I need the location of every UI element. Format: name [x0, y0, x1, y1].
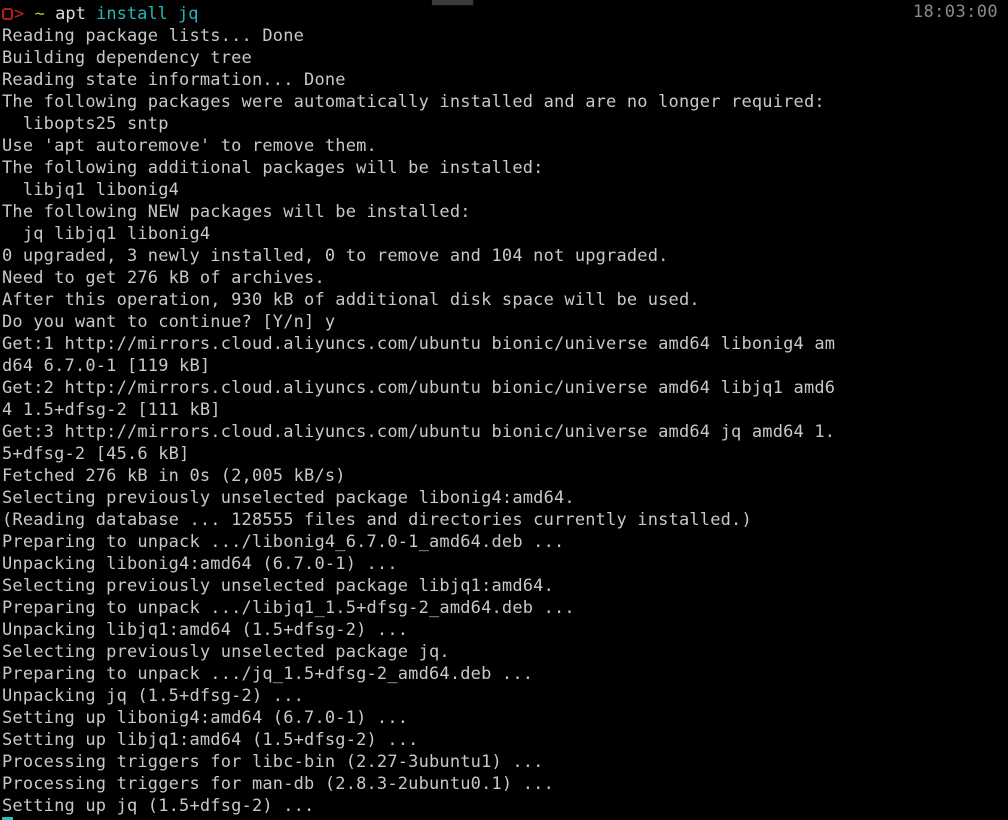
terminal-line: Processing triggers for man-db (2.8.3-2u…	[2, 774, 554, 794]
terminal-line: Get:3 http://mirrors.cloud.aliyuncs.com/…	[2, 422, 836, 442]
terminal-line: Unpacking libjq1:amd64 (1.5+dfsg-2) ...	[2, 620, 409, 640]
terminal-line: The following additional packages will b…	[2, 158, 544, 178]
prompt-arguments: install jq	[96, 4, 199, 24]
terminal-line: Use 'apt autoremove' to remove them.	[2, 136, 377, 156]
terminal-line: Reading package lists... Done	[2, 26, 305, 46]
terminal-line: After this operation, 930 kB of addition…	[2, 290, 700, 310]
terminal-line: Setting up libjq1:amd64 (1.5+dfsg-2) ...	[2, 730, 419, 750]
terminal-line: libjq1 libonig4	[2, 180, 180, 200]
terminal-line: 5+dfsg-2 [45.6 kB]	[2, 444, 190, 464]
terminal-line: The following packages were automaticall…	[2, 92, 825, 112]
terminal-line: Need to get 276 kB of archives.	[2, 268, 325, 288]
prompt-space-1	[24, 3, 34, 25]
prompt-line[interactable]: > ~ apt install jq	[2, 3, 1008, 25]
terminal-window[interactable]: ▬▬ ▬▬ ████ 18:03:00 > ~ apt install jq R…	[0, 0, 1008, 820]
prompt-space-2	[45, 3, 55, 25]
terminal-line: libopts25 sntp	[2, 114, 169, 134]
terminal-line: Do you want to continue? [Y/n] y	[2, 312, 336, 332]
terminal-line: Selecting previously unselected package …	[2, 576, 554, 596]
terminal-line: (Reading database ... 128555 files and d…	[2, 510, 752, 530]
terminal-line: Selecting previously unselected package …	[2, 642, 450, 662]
prompt-path: ~	[34, 4, 45, 24]
terminal-line: Building dependency tree	[2, 48, 252, 68]
terminal-line: Unpacking jq (1.5+dfsg-2) ...	[2, 686, 305, 706]
terminal-line: Get:1 http://mirrors.cloud.aliyuncs.com/…	[2, 334, 836, 354]
terminal-line: Reading state information... Done	[2, 70, 346, 90]
prompt-command: apt	[55, 4, 86, 24]
terminal-line: Setting up jq (1.5+dfsg-2) ...	[2, 796, 315, 816]
terminal-line: Processing triggers for libc-bin (2.27-3…	[2, 752, 544, 772]
terminal-screen: > ~ apt install jq Reading package lists…	[0, 0, 1008, 820]
terminal-line: Preparing to unpack .../libonig4_6.7.0-1…	[2, 532, 565, 552]
terminal-line: 4 1.5+dfsg-2 [111 kB]	[2, 400, 221, 420]
terminal-line: Preparing to unpack .../jq_1.5+dfsg-2_am…	[2, 664, 534, 684]
terminal-output: Reading package lists... Done Building de…	[2, 25, 1008, 817]
terminal-line: d64 6.7.0-1 [119 kB]	[2, 356, 211, 376]
prompt-space-3	[86, 3, 96, 25]
terminal-line: jq libjq1 libonig4	[2, 224, 211, 244]
terminal-line: Fetched 276 kB in 0s (2,005 kB/s)	[2, 466, 346, 486]
terminal-line: Selecting previously unselected package …	[2, 488, 575, 508]
terminal-line: The following NEW packages will be insta…	[2, 202, 471, 222]
prompt-chevron-icon: >	[14, 4, 25, 24]
terminal-line: Setting up libonig4:amd64 (6.7.0-1) ...	[2, 708, 409, 728]
terminal-line: Unpacking libonig4:amd64 (6.7.0-1) ...	[2, 554, 398, 574]
prompt-box-icon	[2, 8, 13, 20]
terminal-line: Get:2 http://mirrors.cloud.aliyuncs.com/…	[2, 378, 836, 398]
terminal-line: 0 upgraded, 3 newly installed, 0 to remo…	[2, 246, 669, 266]
terminal-line: Preparing to unpack .../libjq1_1.5+dfsg-…	[2, 598, 575, 618]
